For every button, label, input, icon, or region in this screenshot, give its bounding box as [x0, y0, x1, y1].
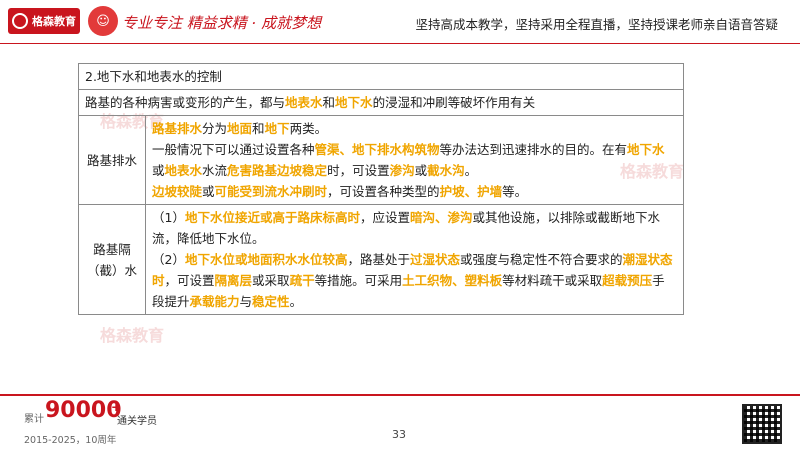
isolation-paragraph-1: （1）地下水位接近或高于路床标高时，应设置暗沟、渗沟或其他设施，以排除或截断地下… — [152, 210, 661, 246]
table-intro: 路基的各种病害或变形的产生，都与地表水和地下水的浸湿和冲刷等破坏作用有关 — [78, 89, 684, 116]
header-divider — [0, 43, 800, 44]
slogan: 专业专注 精益求精 · 成就梦想 — [122, 14, 322, 32]
drainage-line-2: 一般情况下可以通过设置各种管渠、地下排水构筑物等办法达到迅速排水的目的。在有地下… — [152, 142, 665, 178]
brand-logo: 格森教育 — [8, 8, 80, 34]
drainage-line-1: 路基排水分为地面和地下两类。 — [152, 121, 328, 136]
drainage-label: 路基排水 — [78, 115, 146, 205]
page-number: 33 — [392, 428, 406, 441]
drainage-line-3: 边坡较陡或可能受到流水冲刷时，可设置各种类型的护坡、护墙等。 — [152, 184, 528, 199]
footer-divider — [0, 394, 800, 396]
header: 格森教育 ☺ 专业专注 精益求精 · 成就梦想 坚持高成本教学，坚持采用全程直播… — [0, 0, 800, 44]
content-table: 2.地下水和地表水的控制 路基的各种病害或变形的产生，都与地表水和地下水的浸湿和… — [78, 63, 684, 315]
isolation-content: （1）地下水位接近或高于路床标高时，应设置暗沟、渗沟或其他设施，以排除或截断地下… — [145, 204, 684, 315]
logo-mark-icon — [12, 13, 28, 29]
isolation-label: 路基隔 （截）水 — [78, 204, 146, 315]
mascot-icon: ☺ — [88, 6, 118, 36]
logo-text: 格森教育 — [32, 15, 76, 28]
years-label: 2015-2025，10周年 — [24, 435, 117, 446]
header-motto: 坚持高成本教学，坚持采用全程直播，坚持授课老师亲自语音答疑 — [415, 17, 778, 32]
passed-students-label: 通关学员 — [117, 416, 157, 427]
cumulative-label: 累计 — [24, 414, 44, 425]
isolation-paragraph-2: （2）地下水位或地面积水水位较高，路基处于过湿状态或强度与稳定性不符合要求的潮湿… — [152, 252, 673, 309]
table-title: 2.地下水和地表水的控制 — [78, 63, 684, 90]
qr-code-icon — [742, 404, 782, 444]
watermark: 格森教育 — [100, 326, 165, 345]
drainage-content: 路基排水分为地面和地下两类。 一般情况下可以通过设置各种管渠、地下排水构筑物等办… — [145, 115, 684, 205]
